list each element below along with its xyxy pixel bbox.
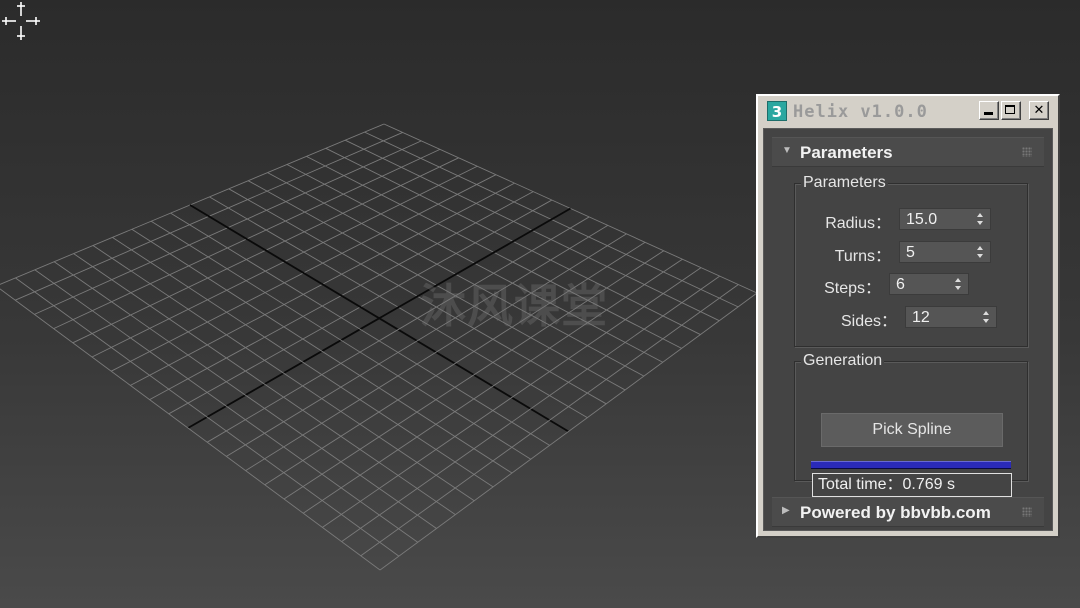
rollout-parameters[interactable]: ▼ Parameters (772, 137, 1044, 167)
progress-bar (811, 461, 1011, 469)
window-title: Helix v1.0.0 (793, 102, 928, 122)
param-label: Radius： (825, 215, 891, 232)
progress-fill (811, 462, 1011, 468)
rollout-collapsed-arrow-icon: ▶ (782, 505, 790, 516)
turns-spinner[interactable]: 5 (899, 241, 991, 263)
drag-grip-icon[interactable] (1022, 507, 1032, 517)
spinner-arrows-icon[interactable] (954, 277, 962, 291)
rollout-expanded-arrow-icon: ▼ (782, 145, 792, 156)
pick-spline-button[interactable]: Pick Spline (821, 413, 1003, 447)
title-bar[interactable]: 3 Helix v1.0.0 ✕ (761, 99, 1055, 123)
drag-grip-icon[interactable] (1022, 147, 1032, 157)
group-title: Parameters (801, 174, 888, 192)
spinner-value[interactable]: 12 (912, 309, 930, 327)
close-icon: ✕ (1033, 103, 1045, 118)
grid-line (15, 277, 400, 557)
close-button[interactable]: ✕ (1029, 101, 1049, 120)
minimize-button[interactable] (979, 101, 999, 120)
group-title: Generation (801, 352, 885, 370)
helix-dialog[interactable]: 3 Helix v1.0.0 ✕ ▼ Parameters Parameters… (756, 94, 1060, 538)
dialog-client-area: ▼ Parameters Parameters Radius： 15.0 Tur… (763, 128, 1053, 531)
rollout-label: Parameters (800, 143, 893, 162)
param-label: Steps： (824, 280, 881, 297)
parameters-group: Parameters Radius： 15.0 Turns： 5 Steps： … (794, 174, 1028, 347)
spinner-arrows-icon[interactable] (976, 245, 984, 259)
watermark-text: 沐风课堂 (420, 279, 608, 333)
spinner-value[interactable]: 15.0 (906, 211, 937, 229)
sides-spinner[interactable]: 12 (905, 306, 997, 328)
steps-spinner[interactable]: 6 (889, 273, 969, 295)
spinner-value[interactable]: 6 (896, 276, 905, 294)
rollout-label: Powered by bbvbb.com (800, 503, 991, 522)
maximize-button[interactable] (1001, 101, 1021, 120)
radius-spinner[interactable]: 15.0 (899, 208, 991, 230)
app-icon: 3 (767, 101, 787, 121)
move-crosshair-icon (2, 2, 40, 40)
total-time-readout: Total time：0.769 s (812, 473, 1012, 497)
grid-line (34, 269, 418, 543)
spinner-value[interactable]: 5 (906, 244, 915, 262)
minimize-icon (984, 112, 993, 115)
spinner-arrows-icon[interactable] (982, 310, 990, 324)
rollout-powered-by[interactable]: ▶ Powered by bbvbb.com (772, 497, 1044, 527)
maximize-icon (1005, 105, 1015, 114)
param-label: Sides： (840, 313, 897, 330)
param-label: Turns： (834, 248, 891, 265)
spinner-arrows-icon[interactable] (976, 212, 984, 226)
